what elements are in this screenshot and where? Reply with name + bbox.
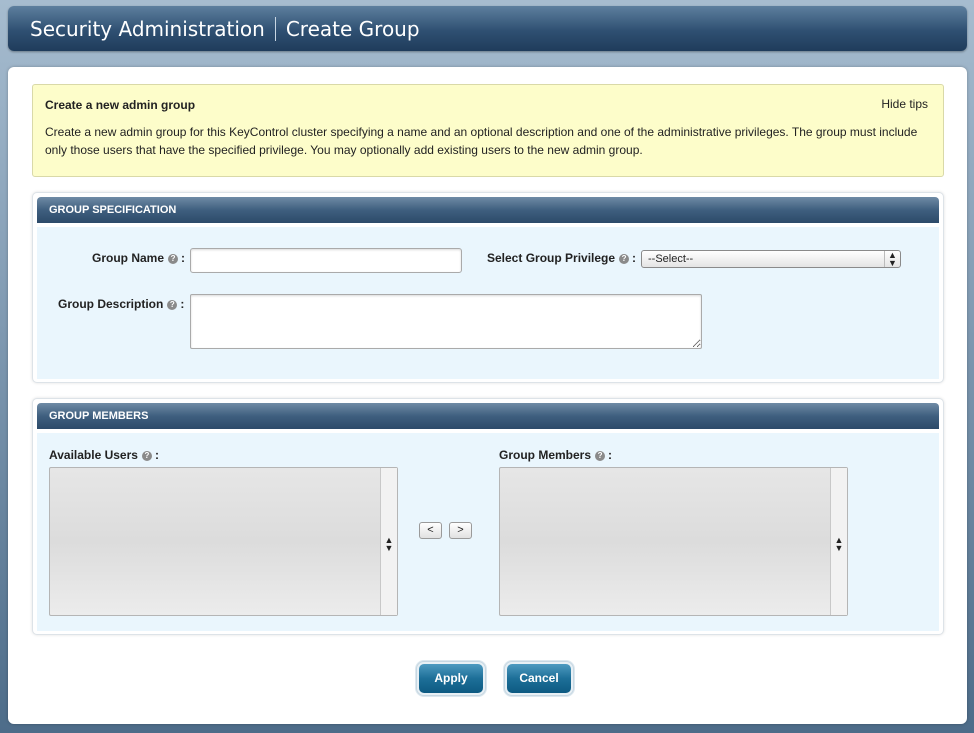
scroll-arrows-icon: ▲ ▼ bbox=[384, 535, 394, 553]
help-icon[interactable]: ? bbox=[595, 450, 606, 461]
group-members-body: Available Users?: ▲ ▼ < > Group Members?:… bbox=[37, 433, 939, 631]
help-icon[interactable]: ? bbox=[167, 299, 178, 310]
move-right-button[interactable]: > bbox=[449, 522, 472, 539]
group-members-label: Group Members?: bbox=[499, 448, 612, 462]
group-privilege-label: Select Group Privilege?: bbox=[487, 251, 636, 265]
available-users-label-text: Available Users bbox=[49, 448, 138, 462]
group-privilege-select[interactable]: --Select-- ▲ ▼ bbox=[641, 250, 901, 268]
group-name-label: Group Name?: bbox=[92, 251, 185, 265]
available-users-list[interactable]: ▲ ▼ bbox=[49, 467, 398, 616]
title-divider bbox=[274, 16, 276, 41]
select-arrows-icon: ▲ ▼ bbox=[884, 251, 900, 268]
help-icon[interactable]: ? bbox=[619, 253, 630, 264]
colon: : bbox=[180, 297, 185, 311]
page-title: Create Group bbox=[285, 16, 420, 41]
group-members-heading: GROUP MEMBERS bbox=[37, 403, 939, 429]
group-members-label-text: Group Members bbox=[499, 448, 592, 462]
group-description-label-text: Group Description bbox=[58, 297, 164, 311]
colon: : bbox=[608, 448, 613, 462]
group-specification-panel: GROUP SPECIFICATION Group Name?: Select … bbox=[32, 192, 944, 383]
available-users-label: Available Users?: bbox=[49, 448, 159, 462]
help-icon[interactable]: ? bbox=[141, 450, 152, 461]
group-specification-body: Group Name?: Select Group Privilege?: --… bbox=[37, 227, 939, 379]
colon: : bbox=[632, 251, 637, 265]
group-description-input[interactable] bbox=[190, 294, 702, 349]
scrollbar[interactable]: ▲ ▼ bbox=[830, 468, 847, 615]
group-members-panel: GROUP MEMBERS Available Users?: ▲ ▼ < > G… bbox=[32, 398, 944, 635]
group-members-list[interactable]: ▲ ▼ bbox=[499, 467, 848, 616]
move-left-button[interactable]: < bbox=[419, 522, 442, 539]
scroll-arrows-icon: ▲ ▼ bbox=[834, 535, 844, 553]
group-description-label: Group Description?: bbox=[58, 297, 184, 311]
apply-button[interactable]: Apply bbox=[416, 661, 486, 696]
cancel-button[interactable]: Cancel bbox=[504, 661, 574, 696]
help-icon[interactable]: ? bbox=[168, 253, 179, 264]
colon: : bbox=[181, 251, 186, 265]
group-specification-heading: GROUP SPECIFICATION bbox=[37, 197, 939, 223]
tips-box: Create a new admin group Hide tips Creat… bbox=[32, 84, 944, 177]
page-header: Security Administration Create Group bbox=[8, 6, 967, 51]
hide-tips-link[interactable]: Hide tips bbox=[881, 97, 928, 111]
main-content: Create a new admin group Hide tips Creat… bbox=[8, 67, 967, 724]
colon: : bbox=[154, 448, 159, 462]
group-privilege-selected: --Select-- bbox=[648, 253, 694, 265]
group-name-label-text: Group Name bbox=[92, 251, 165, 265]
group-privilege-label-text: Select Group Privilege bbox=[487, 251, 616, 265]
section-title: Security Administration bbox=[30, 16, 265, 41]
group-name-input[interactable] bbox=[190, 248, 462, 273]
tips-text: Create a new admin group for this KeyCon… bbox=[45, 125, 918, 157]
scrollbar[interactable]: ▲ ▼ bbox=[380, 468, 397, 615]
tips-title: Create a new admin group bbox=[45, 98, 196, 112]
